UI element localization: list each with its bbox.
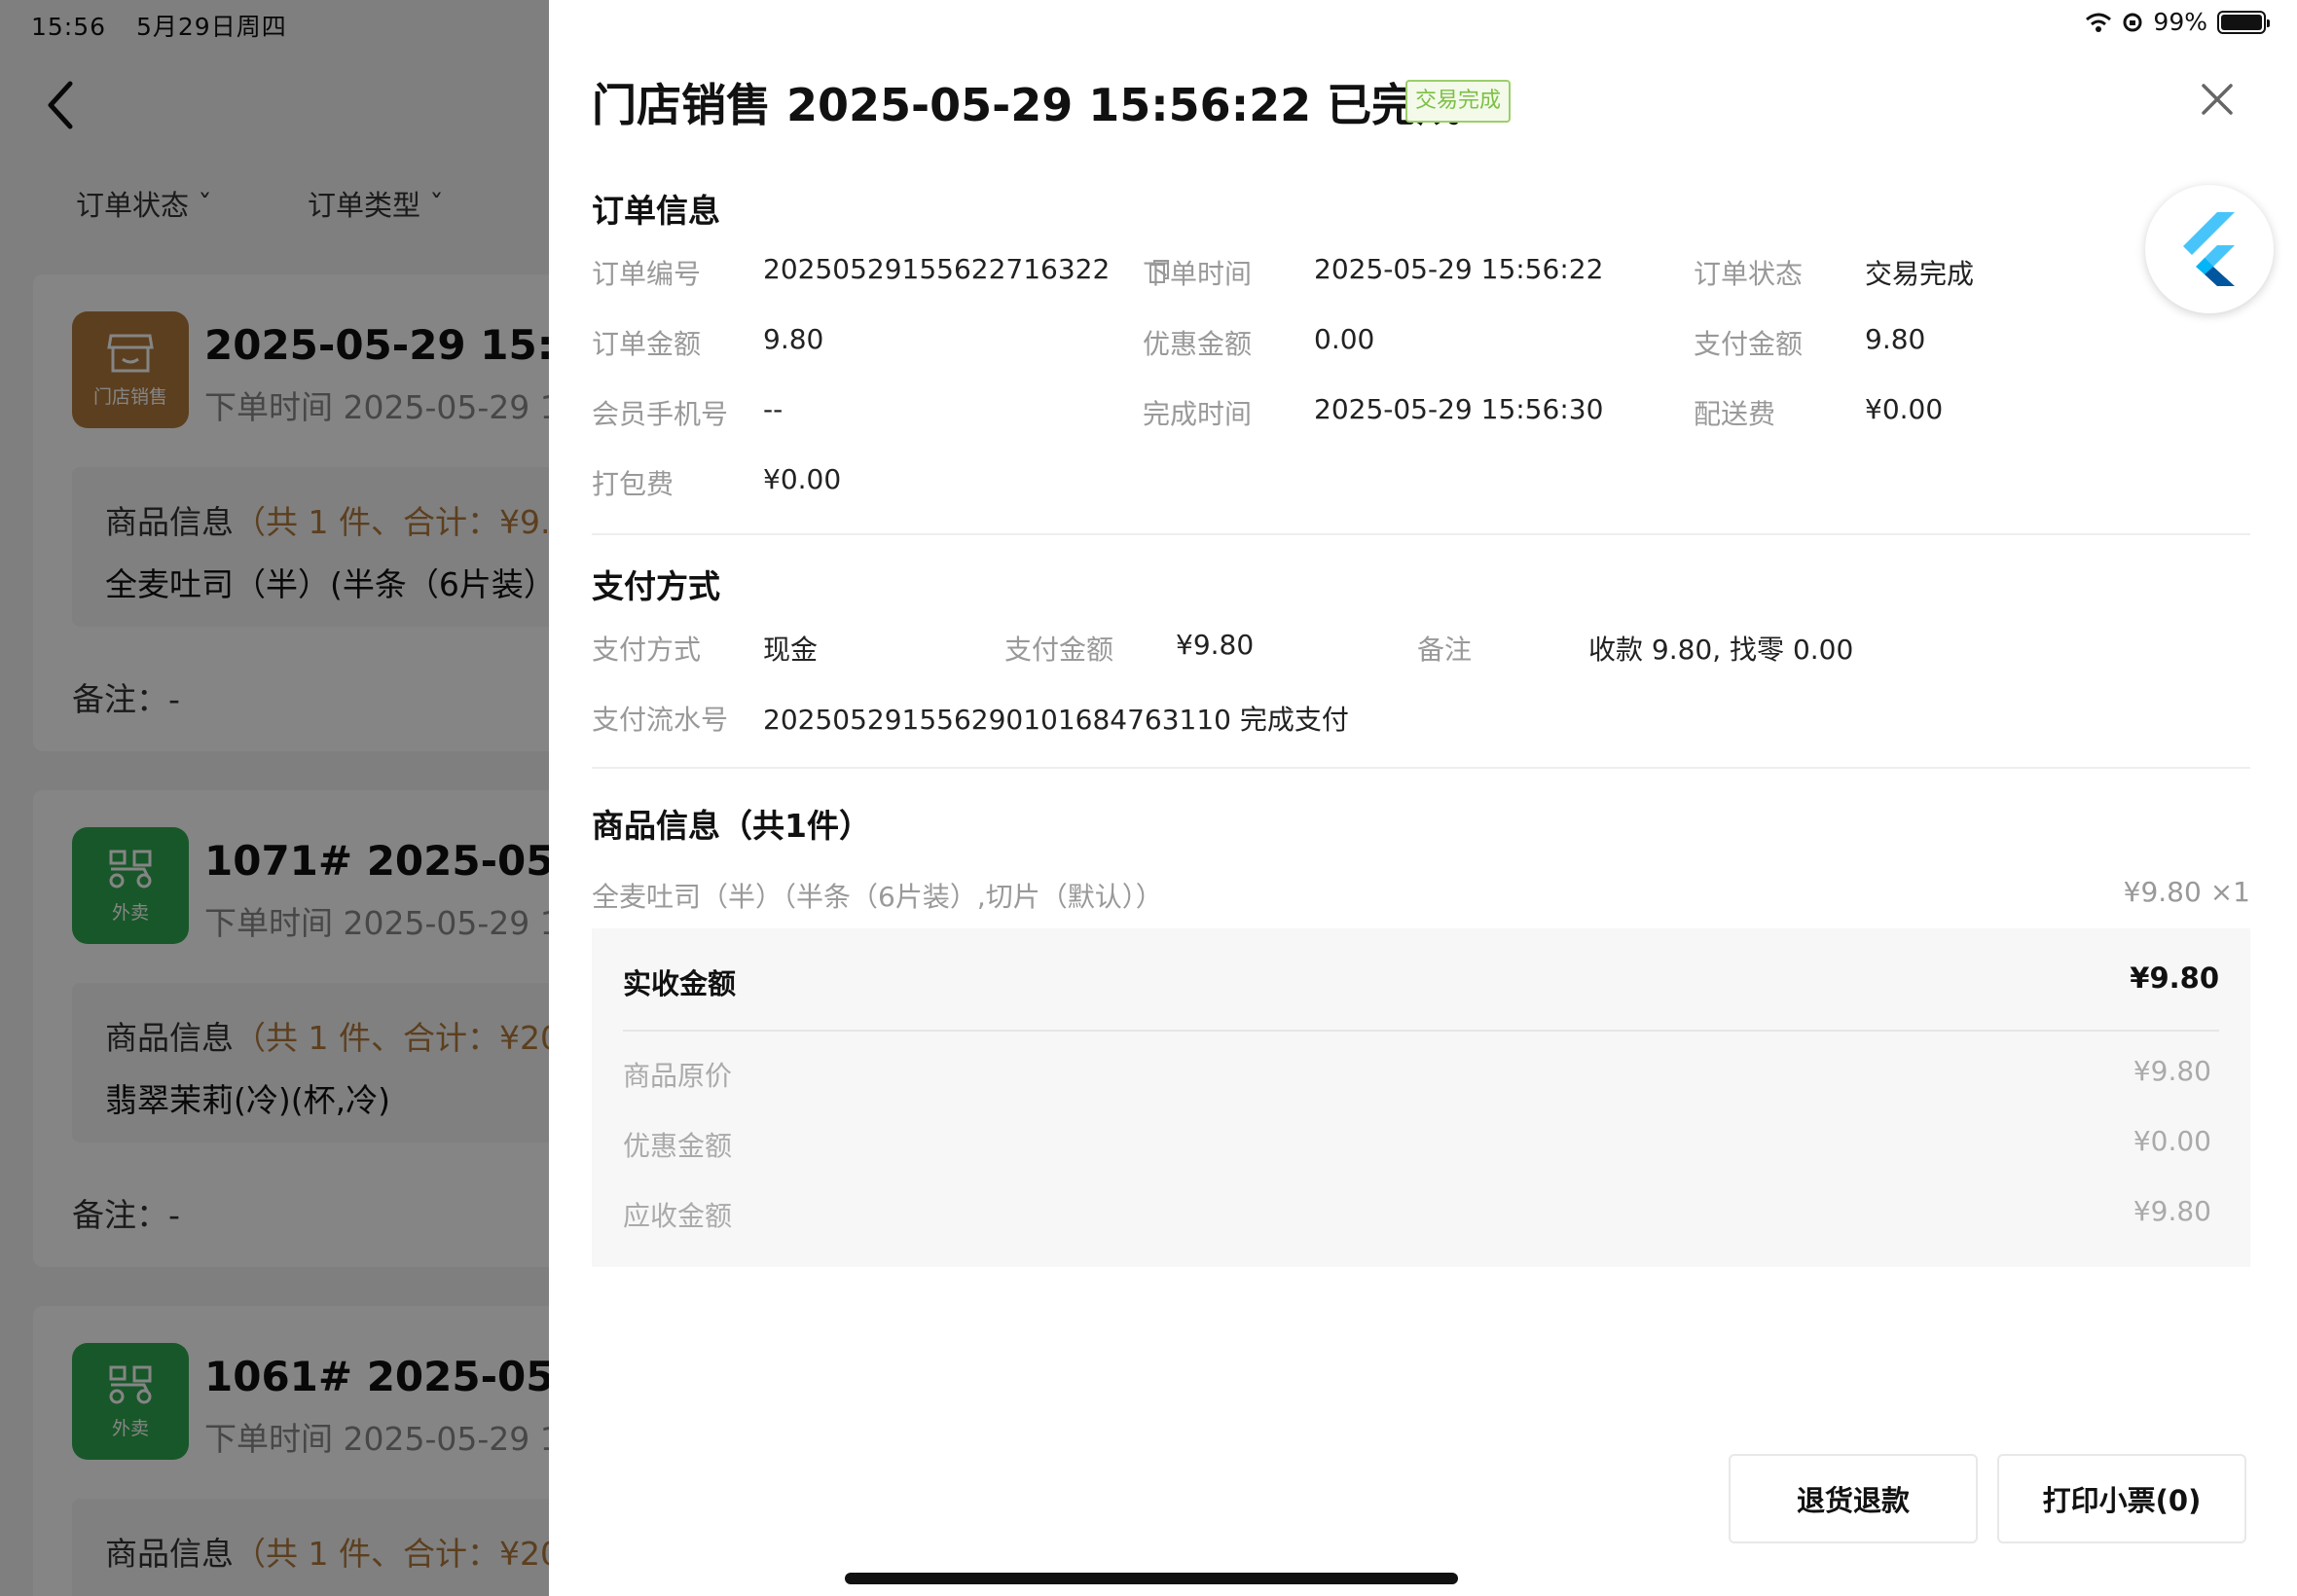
close-icon[interactable] — [2196, 78, 2239, 121]
pay-serial: 20250529155629010168476311​0 完成支付 — [763, 704, 1349, 736]
status-bar-right: 99% — [2085, 8, 2270, 36]
modal-overlay[interactable] — [0, 0, 549, 1596]
order-info-heading: 订单信息 — [592, 192, 720, 230]
received-label: 实收金额 — [623, 967, 737, 1000]
payment-row: 支付方式 现金 支付金额 ¥9.80 备注 收款 9.80, 找零 0.00 — [592, 629, 2246, 668]
battery-icon — [2217, 10, 2270, 34]
order-status-value: 交易完成 — [1865, 258, 1975, 290]
info-row: 订单编号 20250529155622716322 下单时间 2025-05-2… — [592, 253, 2246, 292]
divider — [623, 1030, 2219, 1032]
print-receipt-button[interactable]: 打印小票(0) — [1997, 1454, 2246, 1543]
discount-amount: ¥0.00 — [2133, 1125, 2211, 1157]
amount-summary: 实收金额 ¥9.80 商品原价 ¥9.80 优惠金额 ¥0.00 应收金额 ¥9… — [592, 928, 2250, 1267]
payment-row: 支付流水号 20250529155629010168476311​0 完成支付 — [592, 699, 2246, 738]
info-row: 会员手机号 -- 完成时间 2025-05-29 15:56:30 配送费 ¥0… — [592, 393, 2246, 432]
label-discount: 优惠金额 — [1143, 328, 1253, 360]
label-complete-time: 完成时间 — [1143, 398, 1253, 430]
label-order-status: 订单状态 — [1694, 258, 1804, 290]
order-amount: 9.80 — [763, 323, 824, 355]
goods-item-name: 全麦吐司（半）（半条（6片装）,切片（默认）） — [592, 881, 1163, 913]
original-amount: ¥9.80 — [2133, 1055, 2211, 1087]
received-amount: ¥9.80 — [2130, 961, 2219, 995]
orientation-lock-icon — [2123, 13, 2142, 31]
label-pay-method: 支付方式 — [592, 634, 702, 666]
divider — [592, 767, 2250, 769]
wifi-icon — [2086, 13, 2112, 32]
detail-title: 门店销售 2025-05-29 15:56:22 已完成 — [592, 79, 1462, 131]
label-order-no: 订单编号 — [592, 258, 702, 290]
member-phone: -- — [763, 393, 784, 425]
info-row: 订单金额 9.80 优惠金额 0.00 支付金额 9.80 — [592, 323, 2246, 362]
pay-method: 现金 — [763, 634, 819, 666]
home-indicator — [845, 1573, 1458, 1584]
pay-amount: ¥9.80 — [1176, 629, 1255, 661]
refund-button[interactable]: 退货退款 — [1729, 1454, 1978, 1543]
label-packing-fee: 打包费 — [592, 468, 675, 500]
flutter-debug-button[interactable] — [2145, 185, 2274, 313]
info-row: 打包费 ¥0.00 — [592, 463, 2246, 502]
packing-fee: ¥0.00 — [763, 463, 842, 495]
discount-value: 0.00 — [1314, 323, 1375, 355]
divider — [592, 533, 2250, 535]
order-time-value: 2025-05-29 15:56:22 — [1314, 253, 1604, 285]
label-member-phone: 会员手机号 — [592, 398, 729, 430]
status-badge: 交易完成 — [1405, 80, 1512, 123]
complete-time: 2025-05-29 15:56:30 — [1314, 393, 1604, 425]
due-amount: ¥9.80 — [2133, 1195, 2211, 1227]
paid-value: 9.80 — [1865, 323, 1926, 355]
order-list-pane: 15:56 5月29日周四 订单状态 ˇ 订单类型 ˇ 门店销售 2025-05… — [0, 0, 549, 1596]
due-label: 应收金额 — [623, 1200, 733, 1232]
goods-heading: 商品信息（共1件） — [592, 807, 871, 845]
order-no: 20250529155622716322 — [763, 253, 1111, 285]
label-pay-note: 备注 — [1417, 634, 1473, 666]
pay-note: 收款 9.80, 找零 0.00 — [1588, 634, 1854, 666]
order-detail-panel: 99% 门店销售 2025-05-29 15:56:22 已完成 交易完成 订单… — [549, 0, 2297, 1596]
delivery-fee: ¥0.00 — [1865, 393, 1944, 425]
label-pay-serial: 支付流水号 — [592, 704, 729, 736]
label-paid: 支付金额 — [1694, 328, 1804, 360]
battery-percent: 99% — [2153, 8, 2207, 36]
payment-heading: 支付方式 — [592, 567, 720, 605]
goods-item-price: ¥9.80 ×1 — [2123, 876, 2250, 908]
label-order-time: 下单时间 — [1143, 258, 1253, 290]
discount-label: 优惠金额 — [623, 1130, 733, 1162]
label-delivery-fee: 配送费 — [1694, 398, 1776, 430]
label-pay-amount: 支付金额 — [1004, 634, 1114, 666]
label-order-amount: 订单金额 — [592, 328, 702, 360]
original-label: 商品原价 — [623, 1060, 733, 1092]
